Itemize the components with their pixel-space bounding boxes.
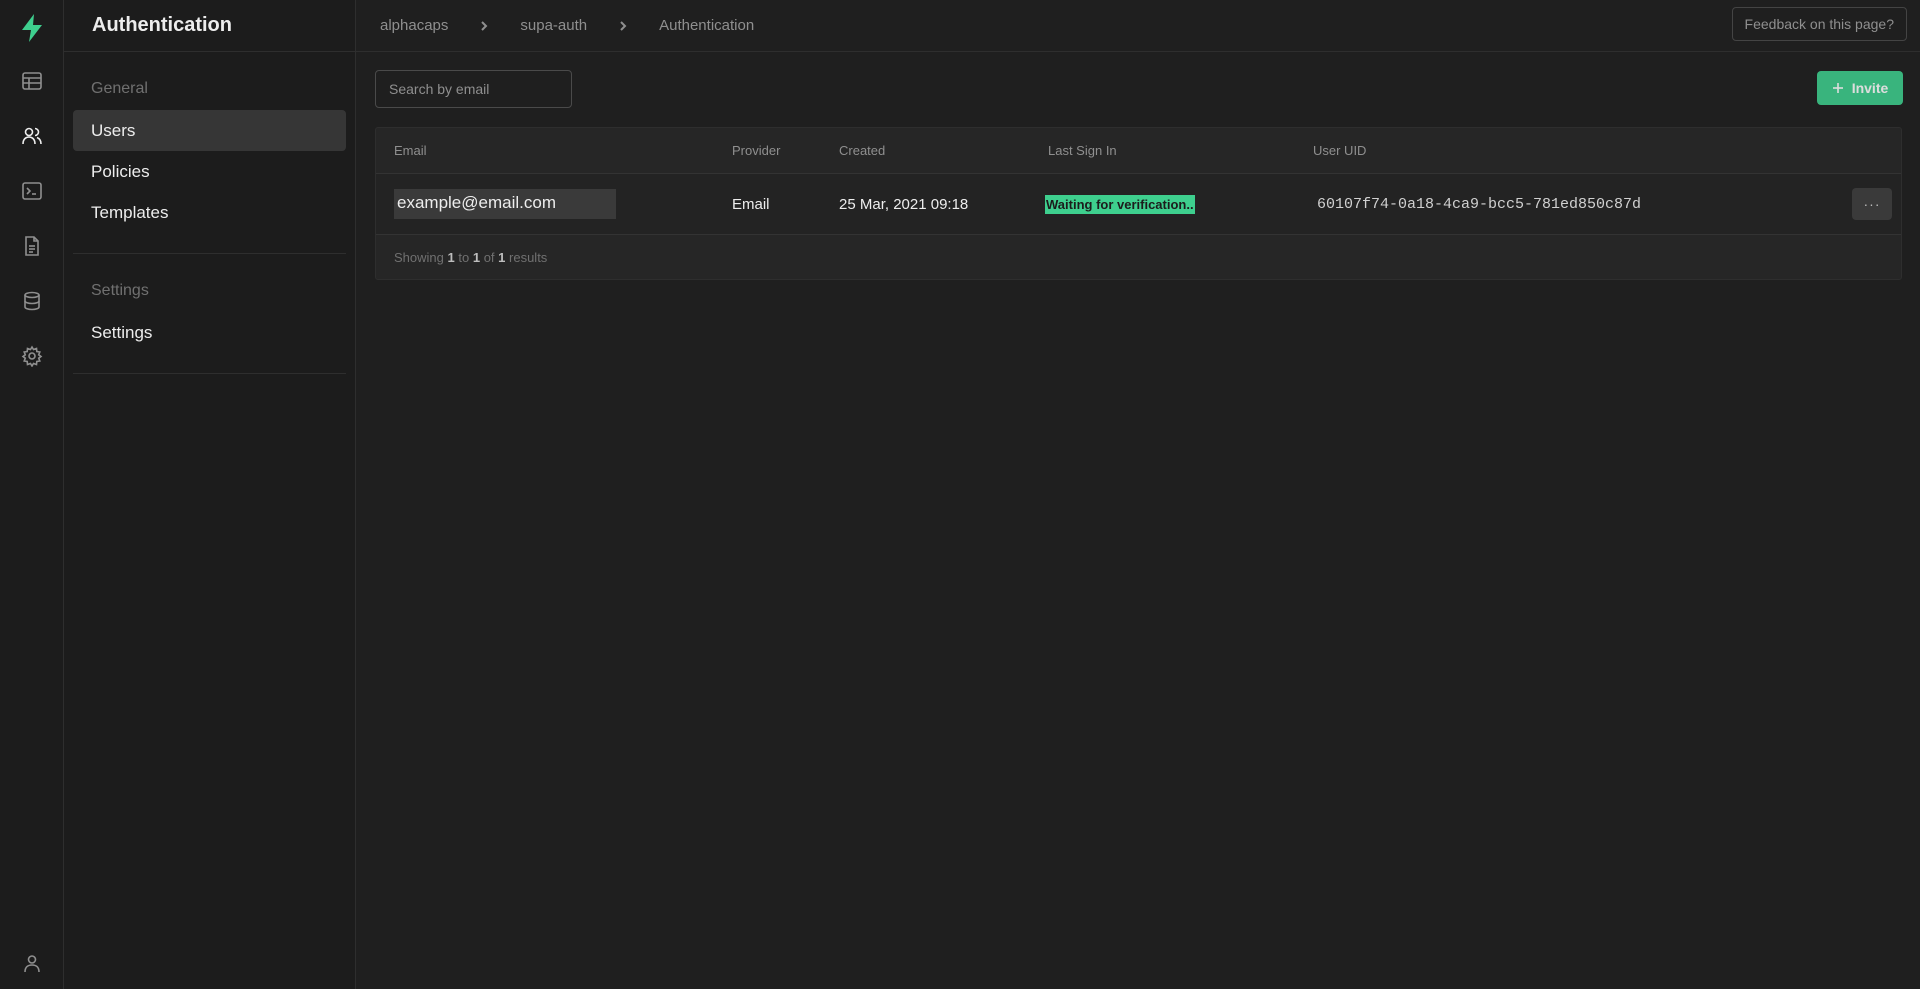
sidebar-item-settings[interactable]: Settings: [73, 312, 346, 353]
breadcrumb: alphacaps supa-auth Authentication Feedb…: [356, 0, 1920, 52]
users-table: Email Provider Created Last Sign In User…: [375, 127, 1902, 280]
icon-rail: [0, 0, 64, 989]
chevron-right-icon: [617, 20, 629, 32]
section-sidebar: Authentication General Users Policies Te…: [64, 0, 356, 989]
breadcrumb-org[interactable]: alphacaps: [380, 17, 448, 34]
footer-prefix: Showing: [394, 249, 444, 265]
breadcrumb-current: Authentication: [659, 17, 755, 34]
footer-from: 1: [447, 249, 455, 265]
provider-cell: Email: [732, 195, 770, 213]
breadcrumb-project[interactable]: supa-auth: [520, 17, 587, 34]
table-editor-icon[interactable]: [12, 61, 52, 101]
feedback-button[interactable]: Feedback on this page?: [1731, 7, 1907, 41]
sidebar-group-settings: Settings Settings: [73, 254, 346, 374]
created-cell: 25 Mar, 2021 09:18: [839, 195, 969, 213]
table-row[interactable]: example@email.com Email 25 Mar, 2021 09:…: [376, 174, 1901, 235]
table-footer: Showing 1 to 1 of 1 results: [376, 235, 1901, 279]
sidebar-item-templates[interactable]: Templates: [73, 192, 346, 233]
gear-icon[interactable]: [12, 336, 52, 376]
column-header-provider: Provider: [732, 143, 781, 158]
status-badge: Waiting for verification..: [1045, 194, 1195, 214]
email-cell-wrap: example@email.com: [376, 189, 732, 219]
app-root: Authentication General Users Policies Te…: [0, 0, 1920, 989]
section-title: Authentication: [92, 14, 232, 36]
footer-of-word: of: [483, 249, 495, 265]
footer-to: 1: [472, 249, 481, 265]
column-header-created: Created: [839, 143, 886, 158]
database-icon[interactable]: [12, 281, 52, 321]
users-content: Invite Email Provider Created Last Sign …: [356, 52, 1920, 280]
document-icon[interactable]: [12, 226, 52, 266]
table-header: Email Provider Created Last Sign In User…: [376, 128, 1901, 174]
column-header-last-sign-in: Last Sign In: [1048, 143, 1117, 158]
sidebar-group-title: Settings: [91, 282, 149, 299]
sidebar-group-title: General: [91, 80, 148, 97]
last-sign-in-cell-wrap: Waiting for verification..: [1045, 194, 1313, 214]
invite-label: Invite: [1851, 80, 1889, 96]
footer-to-word: to: [458, 249, 470, 265]
email-cell: example@email.com: [394, 189, 616, 219]
user-profile-icon[interactable]: [12, 943, 52, 983]
plus-icon: [1832, 83, 1843, 93]
terminal-icon[interactable]: [12, 171, 52, 211]
sidebar-group-general: General Users Policies Templates: [73, 52, 346, 254]
sidebar-item-users[interactable]: Users: [73, 110, 346, 151]
search-input[interactable]: [375, 70, 572, 108]
invite-button[interactable]: Invite: [1817, 71, 1903, 105]
rail-nav: [12, 61, 52, 376]
footer-total: 1: [498, 249, 506, 265]
supabase-bolt-icon[interactable]: [16, 12, 48, 44]
column-header-user-uid: User UID: [1313, 143, 1367, 158]
chevron-right-icon: [478, 20, 490, 32]
row-menu-button[interactable]: ···: [1852, 188, 1892, 220]
users-icon[interactable]: [12, 116, 52, 156]
user-uid-cell: 60107f74-0a18-4ca9-bcc5-781ed850c87d: [1317, 195, 1642, 213]
footer-suffix: results: [509, 249, 548, 265]
sidebar-header: Authentication: [64, 0, 355, 52]
sidebar-item-policies[interactable]: Policies: [73, 151, 346, 192]
column-header-email: Email: [394, 143, 427, 158]
main-panel: alphacaps supa-auth Authentication Feedb…: [356, 0, 1920, 989]
